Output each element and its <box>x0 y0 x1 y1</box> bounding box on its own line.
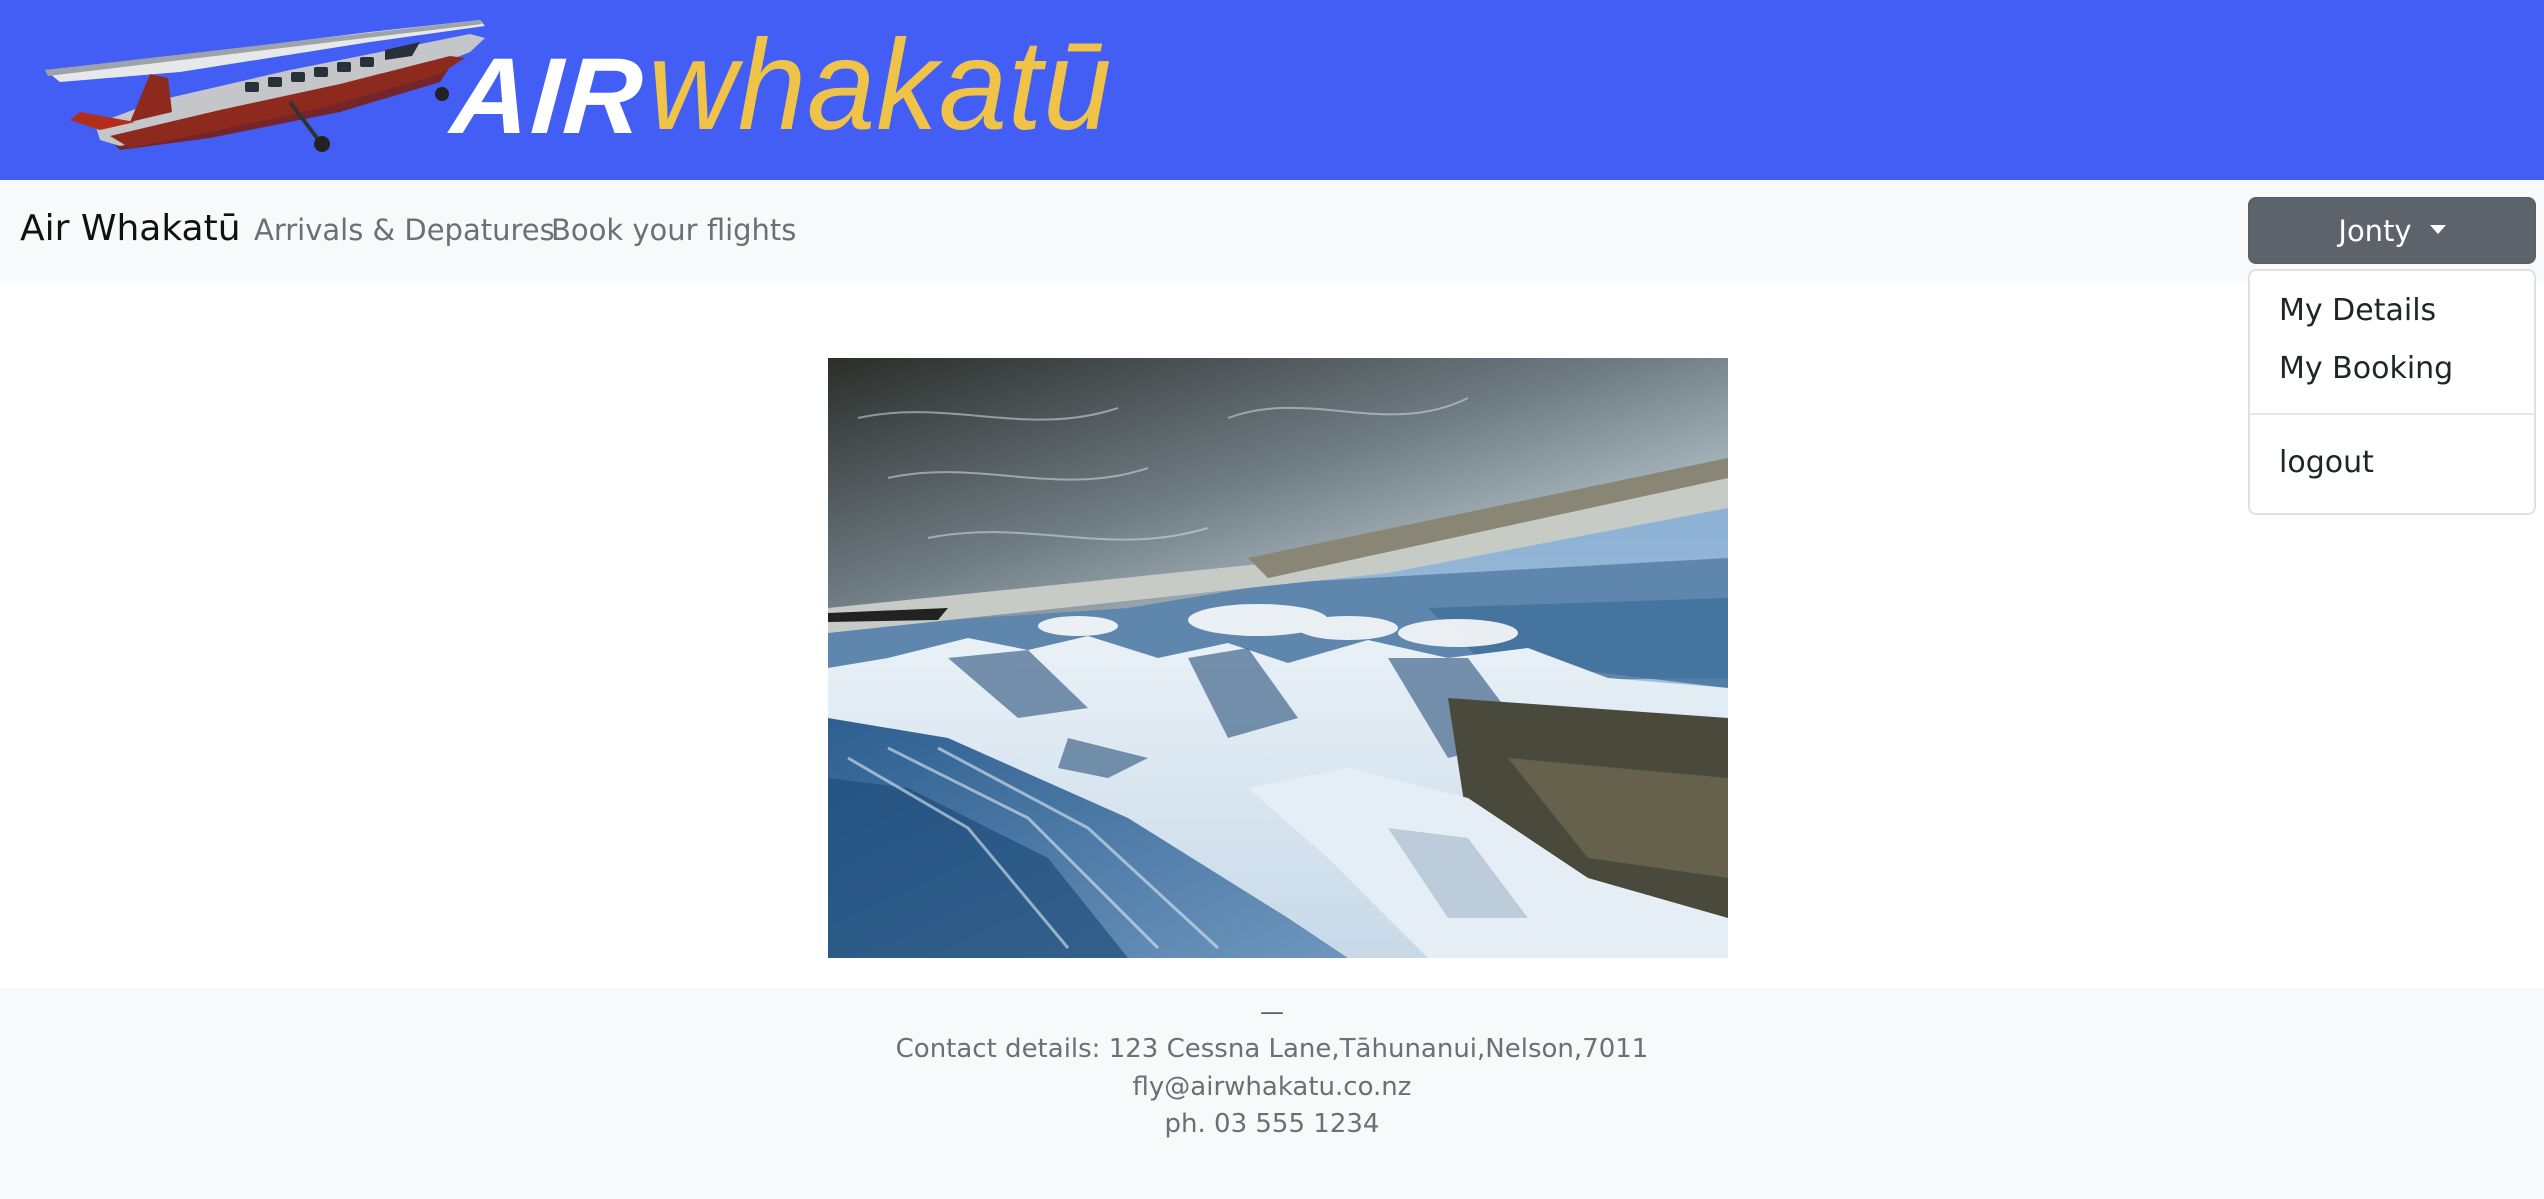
dropdown-item-my-details[interactable]: My Details <box>2279 293 2436 328</box>
dropdown-item-my-booking[interactable]: My Booking <box>2279 351 2453 386</box>
user-menu-label: Jonty <box>2338 213 2412 248</box>
dropdown-item-logout[interactable]: logout <box>2279 445 2374 480</box>
footer-dash: — <box>1260 998 1284 1026</box>
site-banner: AIR whakatū <box>0 0 2544 180</box>
footer-email: fly@airwhakatu.co.nz <box>1132 1072 1412 1102</box>
logo-whakatu-text: whakatū <box>648 14 1113 157</box>
logo-wordmark: AIR whakatū <box>448 10 1132 157</box>
user-menu-button[interactable]: Jonty <box>2248 197 2536 264</box>
caret-down-icon <box>2429 225 2446 234</box>
navbar: Air Whakatū Arrivals & Depatures Book yo… <box>0 180 2544 281</box>
aerial-mountain-photo <box>828 358 1728 958</box>
logo-air-text: AIR <box>447 35 649 156</box>
nav-book-flights[interactable]: Book your flights <box>551 213 796 247</box>
footer-phone: ph. 03 555 1234 <box>1164 1109 1380 1139</box>
footer: — Contact details: 123 Cessna Lane,Tāhun… <box>0 988 2544 1199</box>
user-dropdown-menu: My Details My Booking logout <box>2248 269 2536 515</box>
airplane-icon <box>45 20 485 152</box>
dropdown-divider <box>2250 413 2534 415</box>
footer-address: Contact details: 123 Cessna Lane,Tāhunan… <box>895 1034 1649 1064</box>
nav-arrivals-departures[interactable]: Arrivals & Depatures <box>254 213 555 247</box>
hero-image <box>828 358 1728 958</box>
navbar-brand[interactable]: Air Whakatū <box>20 208 241 249</box>
